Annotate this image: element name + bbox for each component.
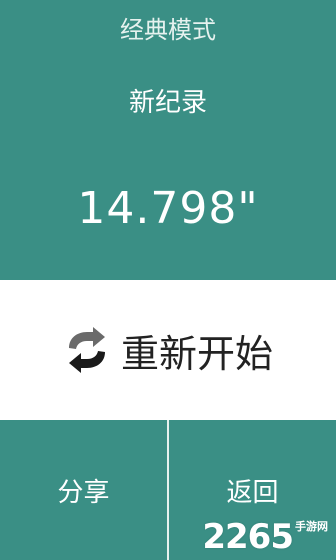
new-record-label: 新纪录	[128, 88, 207, 118]
watermark-logo: 2265 手游网	[202, 518, 328, 554]
share-label: 分享	[57, 477, 110, 508]
bottom-bar: 分享 返回 2265 手游网	[0, 420, 336, 560]
restart-label: 重新开始	[120, 331, 273, 376]
mode-title: 经典模式	[120, 16, 216, 44]
watermark-text: 手游网	[295, 520, 328, 533]
result-panel: 经典模式 新纪录 14.798"	[0, 0, 336, 280]
share-button[interactable]: 分享	[0, 420, 167, 560]
refresh-arrows-icon	[68, 327, 105, 373]
restart-button[interactable]: 重新开始	[0, 280, 336, 420]
watermark-number: 2265	[202, 517, 294, 557]
back-label: 返回	[226, 477, 279, 508]
record-time: 14.798"	[77, 183, 259, 234]
